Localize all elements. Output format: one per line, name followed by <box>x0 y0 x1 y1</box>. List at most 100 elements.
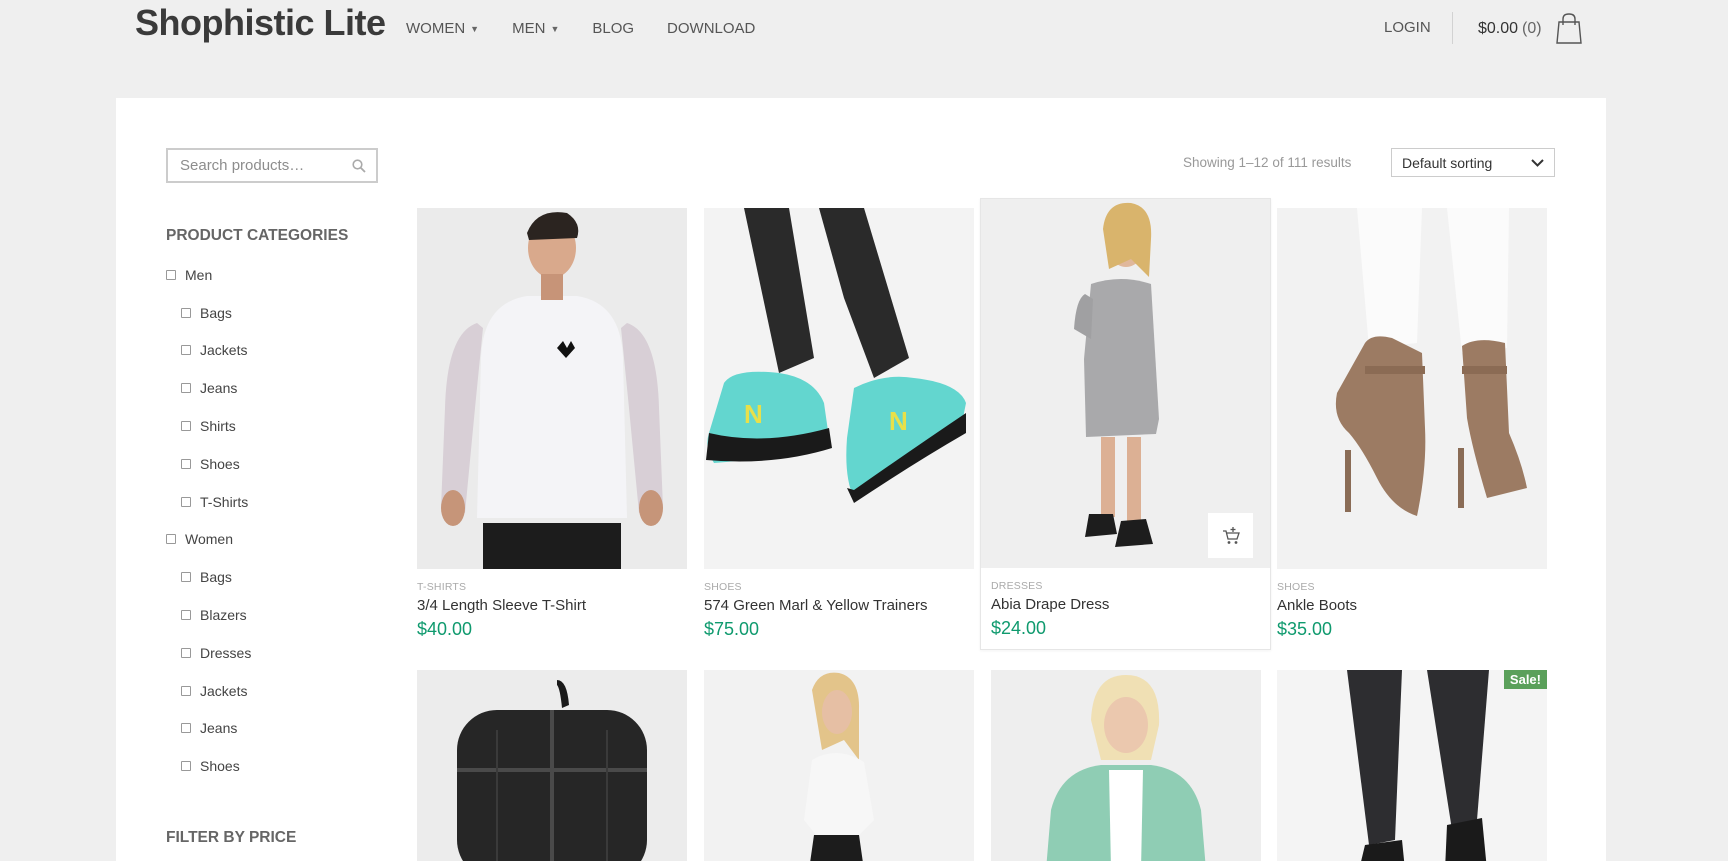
product-price: $75.00 <box>704 619 760 639</box>
sale-badge: Sale! <box>1503 670 1547 689</box>
checkbox-icon[interactable] <box>181 496 191 507</box>
product-card[interactable]: Sale! <box>1277 670 1547 861</box>
product-image[interactable] <box>981 199 1270 568</box>
checkbox-icon[interactable] <box>181 647 191 658</box>
backpack-image <box>417 670 687 861</box>
product-image[interactable] <box>417 208 687 569</box>
search-icon[interactable] <box>352 159 366 173</box>
product-price: $24.00 <box>991 618 1047 638</box>
category-list: Men Bags Jackets Jeans Shirts Shoes T-Sh… <box>166 256 251 785</box>
category-label: Women <box>185 531 233 548</box>
category-item[interactable]: Bags <box>166 558 251 596</box>
product-image[interactable] <box>991 670 1261 861</box>
price-filter-heading: FILTER BY PRICE <box>166 829 297 846</box>
checkbox-icon[interactable] <box>181 421 191 432</box>
product-name[interactable]: Ankle Boots <box>1277 597 1547 614</box>
nav-download[interactable]: DOWNLOAD <box>667 20 755 37</box>
checkbox-icon[interactable] <box>181 572 191 583</box>
product-image[interactable]: Sale! <box>1277 670 1547 861</box>
sort-select[interactable]: Default sorting <box>1391 148 1555 177</box>
product-card[interactable]: N N SHOES 574 Green Marl & Yellow Traine… <box>704 208 974 640</box>
tshirt-model-image <box>417 208 687 569</box>
product-name[interactable]: Abia Drape Dress <box>991 596 1270 613</box>
checkbox-icon[interactable] <box>181 685 191 696</box>
nav-download-label: DOWNLOAD <box>667 20 756 37</box>
product-card[interactable] <box>704 670 974 861</box>
category-item[interactable]: Shoes <box>166 747 251 785</box>
product-name[interactable]: 574 Green Marl & Yellow Trainers <box>704 597 974 614</box>
checkbox-icon[interactable] <box>181 610 191 621</box>
product-category[interactable]: SHOES <box>1277 581 1547 593</box>
product-image[interactable] <box>417 670 687 861</box>
sort-selected-label: Default sorting <box>1402 154 1493 171</box>
site-header: Shophistic Lite WOMEN ▼ MEN ▼ BLOG DOWNL… <box>0 0 1728 95</box>
jeans-image <box>1277 670 1547 861</box>
product-image[interactable] <box>1277 208 1547 569</box>
add-to-cart-button[interactable] <box>1208 513 1253 558</box>
nav-blog-label: BLOG <box>592 20 635 37</box>
sneakers-image: N N <box>704 208 974 569</box>
search-input[interactable] <box>180 157 340 174</box>
category-label: T-Shirts <box>200 493 249 510</box>
category-item[interactable]: Jackets <box>166 672 251 710</box>
category-item[interactable]: Dresses <box>166 634 251 672</box>
product-price: $40.00 <box>417 619 473 639</box>
ankle-boots-image <box>1277 208 1547 569</box>
product-category[interactable]: DRESSES <box>991 580 1270 592</box>
product-image[interactable] <box>704 670 974 861</box>
product-price: $35.00 <box>1277 619 1333 639</box>
category-label: Bags <box>200 304 232 321</box>
product-card[interactable] <box>991 670 1261 861</box>
categories-heading: PRODUCT CATEGORIES <box>166 227 349 244</box>
product-category[interactable]: SHOES <box>704 581 974 593</box>
product-card[interactable]: SHOES Ankle Boots $35.00 <box>1277 208 1547 640</box>
category-item[interactable]: Men <box>166 256 251 294</box>
svg-text:N: N <box>744 399 763 429</box>
cart-link[interactable]: $0.00 (0) <box>1478 13 1583 45</box>
category-label: Bags <box>200 569 232 586</box>
category-label: Jeans <box>200 380 238 397</box>
caret-down-icon: ▼ <box>550 23 560 34</box>
category-item[interactable]: T-Shirts <box>166 483 251 521</box>
category-item[interactable]: Jackets <box>166 332 251 370</box>
category-label: Men <box>185 266 213 283</box>
category-item[interactable]: Shirts <box>166 407 251 445</box>
checkbox-icon[interactable] <box>181 345 191 356</box>
login-link[interactable]: LOGIN <box>1384 19 1431 36</box>
main-nav: WOMEN ▼ MEN ▼ BLOG DOWNLOAD <box>406 20 788 37</box>
product-image[interactable]: N N <box>704 208 974 569</box>
product-card-hovered[interactable]: DRESSES Abia Drape Dress $24.00 <box>980 198 1271 650</box>
category-item[interactable]: Shoes <box>166 445 251 483</box>
chevron-down-icon <box>1531 158 1544 167</box>
checkbox-icon[interactable] <box>181 723 191 734</box>
category-item[interactable]: Jeans <box>166 369 251 407</box>
result-count: Showing 1–12 of 111 results <box>1183 155 1352 170</box>
category-item[interactable]: Jeans <box>166 710 251 748</box>
product-category[interactable]: T-SHIRTS <box>417 581 687 593</box>
blouse-model-image <box>704 670 974 861</box>
category-label: Jackets <box>200 342 248 359</box>
nav-men[interactable]: MEN ▼ <box>512 20 559 37</box>
category-item[interactable]: Women <box>166 521 251 559</box>
category-item[interactable]: Blazers <box>166 596 251 634</box>
nav-blog[interactable]: BLOG <box>592 20 634 37</box>
checkbox-icon[interactable] <box>181 383 191 394</box>
category-label: Shoes <box>200 455 240 472</box>
product-card[interactable] <box>417 670 687 861</box>
checkbox-icon[interactable] <box>181 458 191 469</box>
checkbox-icon[interactable] <box>181 761 191 772</box>
product-name[interactable]: 3/4 Length Sleeve T-Shirt <box>417 597 687 614</box>
product-card[interactable]: T-SHIRTS 3/4 Length Sleeve T-Shirt $40.0… <box>417 208 687 640</box>
add-to-cart-icon <box>1222 526 1240 544</box>
category-label: Shirts <box>200 418 236 435</box>
site-logo[interactable]: Shophistic Lite <box>135 2 386 44</box>
checkbox-icon[interactable] <box>166 269 176 280</box>
header-divider <box>1452 12 1453 44</box>
category-item[interactable]: Bags <box>166 294 251 332</box>
checkbox-icon[interactable] <box>166 534 176 545</box>
category-label: Dresses <box>200 644 252 661</box>
nav-men-label: MEN <box>512 20 546 37</box>
product-search <box>166 148 378 183</box>
checkbox-icon[interactable] <box>181 307 191 318</box>
nav-women[interactable]: WOMEN ▼ <box>406 20 479 37</box>
